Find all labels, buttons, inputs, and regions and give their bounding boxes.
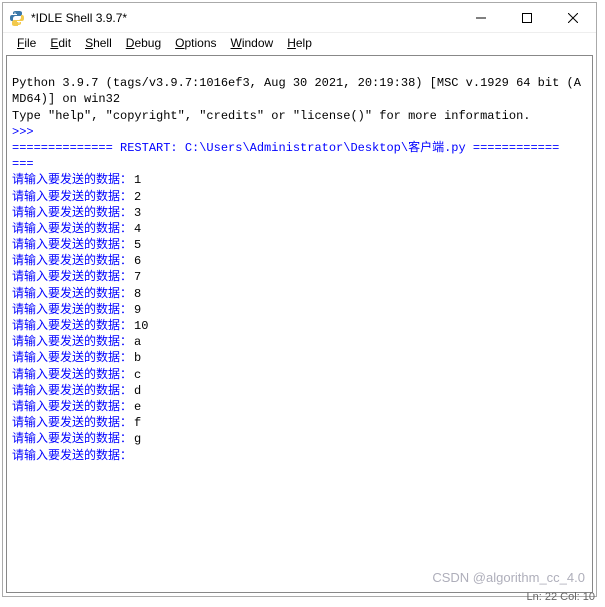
shell-content[interactable]: Python 3.9.7 (tags/v3.9.7:1016ef3, Aug 3… bbox=[6, 55, 593, 593]
input-prompt: 请输入要发送的数据： bbox=[12, 318, 132, 334]
menu-window[interactable]: Window bbox=[225, 35, 280, 51]
input-line: 请输入要发送的数据：1 bbox=[12, 172, 587, 188]
input-prompt: 请输入要发送的数据： bbox=[12, 431, 132, 447]
input-line: 请输入要发送的数据：b bbox=[12, 350, 587, 366]
input-value: 5 bbox=[134, 237, 141, 253]
input-prompt: 请输入要发送的数据： bbox=[12, 253, 132, 269]
input-line: 请输入要发送的数据：10 bbox=[12, 318, 587, 334]
input-prompt: 请输入要发送的数据： bbox=[12, 367, 132, 383]
input-prompt: 请输入要发送的数据： bbox=[12, 237, 132, 253]
input-line: 请输入要发送的数据：c bbox=[12, 367, 587, 383]
input-line: 请输入要发送的数据：6 bbox=[12, 253, 587, 269]
input-line: 请输入要发送的数据：g bbox=[12, 431, 587, 447]
input-prompt: 请输入要发送的数据： bbox=[12, 189, 132, 205]
input-prompt: 请输入要发送的数据： bbox=[12, 302, 132, 318]
input-line: 请输入要发送的数据：e bbox=[12, 399, 587, 415]
input-value: 2 bbox=[134, 189, 141, 205]
input-value: 8 bbox=[134, 286, 141, 302]
menu-debug[interactable]: Debug bbox=[120, 35, 167, 51]
input-value: e bbox=[134, 399, 141, 415]
input-line: 请输入要发送的数据：7 bbox=[12, 269, 587, 285]
input-line: 请输入要发送的数据：2 bbox=[12, 189, 587, 205]
input-line: 请输入要发送的数据：3 bbox=[12, 205, 587, 221]
input-line: 请输入要发送的数据：f bbox=[12, 415, 587, 431]
input-prompt: 请输入要发送的数据： bbox=[12, 221, 132, 237]
input-value: a bbox=[134, 334, 141, 350]
python-icon bbox=[9, 10, 25, 26]
input-lines: 请输入要发送的数据：1请输入要发送的数据：2请输入要发送的数据：3请输入要发送的… bbox=[12, 172, 587, 463]
input-line: 请输入要发送的数据：d bbox=[12, 383, 587, 399]
input-value: 9 bbox=[134, 302, 141, 318]
input-prompt: 请输入要发送的数据： bbox=[12, 448, 132, 464]
menubar: File Edit Shell Debug Options Window Hel… bbox=[3, 33, 596, 55]
input-prompt: 请输入要发送的数据： bbox=[12, 399, 132, 415]
close-button[interactable] bbox=[550, 3, 596, 33]
shell-prompt: >>> bbox=[12, 125, 34, 139]
input-value: 6 bbox=[134, 253, 141, 269]
menu-help[interactable]: Help bbox=[281, 35, 318, 51]
maximize-button[interactable] bbox=[504, 3, 550, 33]
menu-shell[interactable]: Shell bbox=[79, 35, 118, 51]
menu-options[interactable]: Options bbox=[169, 35, 222, 51]
input-value: b bbox=[134, 350, 141, 366]
input-line: 请输入要发送的数据： bbox=[12, 448, 587, 464]
input-prompt: 请输入要发送的数据： bbox=[12, 286, 132, 302]
input-value: 7 bbox=[134, 269, 141, 285]
input-prompt: 请输入要发送的数据： bbox=[12, 383, 132, 399]
banner-line: Python 3.9.7 (tags/v3.9.7:1016ef3, Aug 3… bbox=[12, 76, 581, 106]
input-prompt: 请输入要发送的数据： bbox=[12, 415, 132, 431]
window-title: *IDLE Shell 3.9.7* bbox=[31, 11, 458, 25]
input-line: 请输入要发送的数据：a bbox=[12, 334, 587, 350]
input-value: 10 bbox=[134, 318, 148, 334]
window-controls bbox=[458, 3, 596, 33]
input-line: 请输入要发送的数据：8 bbox=[12, 286, 587, 302]
restart-line: ============== RESTART: C:\Users\Adminis… bbox=[12, 141, 559, 155]
titlebar[interactable]: *IDLE Shell 3.9.7* bbox=[3, 3, 596, 33]
watermark: CSDN @algorithm_cc_4.0 bbox=[432, 570, 585, 585]
input-prompt: 请输入要发送的数据： bbox=[12, 334, 132, 350]
input-prompt: 请输入要发送的数据： bbox=[12, 205, 132, 221]
input-value: c bbox=[134, 367, 141, 383]
minimize-button[interactable] bbox=[458, 3, 504, 33]
input-prompt: 请输入要发送的数据： bbox=[12, 269, 132, 285]
input-line: 请输入要发送的数据：9 bbox=[12, 302, 587, 318]
statusbar: Ln: 22 Col: 10 bbox=[527, 591, 596, 603]
restart-line: === bbox=[12, 157, 34, 171]
input-value: 3 bbox=[134, 205, 141, 221]
input-prompt: 请输入要发送的数据： bbox=[12, 350, 132, 366]
menu-file[interactable]: File bbox=[11, 35, 42, 51]
input-value: f bbox=[134, 415, 141, 431]
input-value: 4 bbox=[134, 221, 141, 237]
idle-window: *IDLE Shell 3.9.7* File Edit Shell Debug… bbox=[2, 2, 597, 597]
input-prompt: 请输入要发送的数据： bbox=[12, 172, 132, 188]
input-line: 请输入要发送的数据：5 bbox=[12, 237, 587, 253]
input-line: 请输入要发送的数据：4 bbox=[12, 221, 587, 237]
banner-line: Type "help", "copyright", "credits" or "… bbox=[12, 109, 530, 123]
input-value: 1 bbox=[134, 172, 141, 188]
menu-edit[interactable]: Edit bbox=[44, 35, 77, 51]
input-value: d bbox=[134, 383, 141, 399]
input-value: g bbox=[134, 431, 141, 447]
